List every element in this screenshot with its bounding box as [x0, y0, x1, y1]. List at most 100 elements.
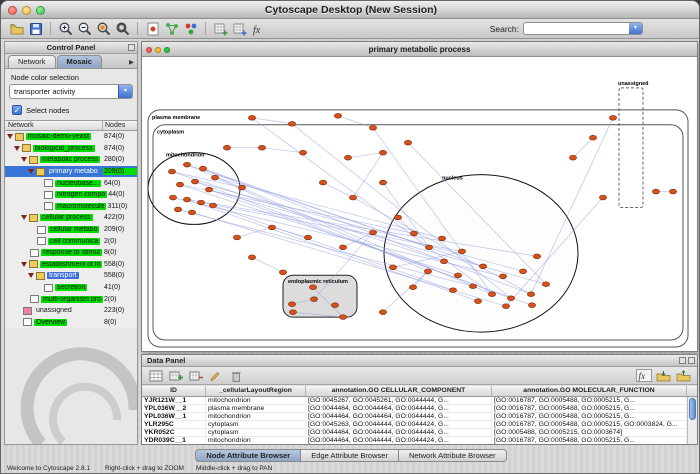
- table-row[interactable]: YPL036W__2plasma membrane[GO:0044464, GO…: [142, 405, 697, 413]
- graph-node[interactable]: [502, 304, 509, 309]
- tree-row-cellular-metabo[interactable]: cellular metabo209(0): [5, 224, 137, 236]
- graph-node[interactable]: [569, 155, 576, 160]
- network-canvas[interactable]: plasma membranecytoplasmmitochondrionnuc…: [142, 58, 697, 351]
- expander-icon[interactable]: [21, 157, 27, 162]
- search-input[interactable]: [526, 23, 626, 34]
- table-scrollbar-thumb[interactable]: [689, 398, 696, 420]
- graph-node[interactable]: [304, 235, 311, 240]
- table-row[interactable]: YJR121W__1mitochondrion[GO:0045267, GO:0…: [142, 397, 697, 405]
- vizmapper-icon[interactable]: [181, 20, 200, 37]
- zoom-in-icon[interactable]: [56, 20, 75, 37]
- graph-edge[interactable]: [262, 148, 303, 153]
- graph-node[interactable]: [197, 200, 204, 205]
- graph-node[interactable]: [599, 195, 606, 200]
- save-icon[interactable]: [26, 20, 45, 37]
- tree-row-cellular-process[interactable]: cellular process422(0): [5, 212, 137, 224]
- expander-icon[interactable]: [21, 262, 27, 267]
- tab-network[interactable]: Network: [8, 55, 56, 68]
- expander-icon[interactable]: [28, 273, 34, 278]
- open-icon[interactable]: [7, 20, 26, 37]
- graph-edge[interactable]: [348, 153, 383, 158]
- graph-node[interactable]: [211, 175, 218, 180]
- add-attribute-icon[interactable]: [211, 20, 230, 37]
- tab-edge-attribute-browser[interactable]: Edge Attribute Browser: [300, 449, 399, 462]
- table-row[interactable]: YKR052Ccytoplasm[GO:0044464, GO:0044444,…: [142, 429, 697, 437]
- network-minimize-button[interactable]: [155, 47, 161, 53]
- graph-node[interactable]: [609, 115, 616, 120]
- graph-edge[interactable]: [323, 183, 353, 198]
- tree-row-nitrogen-compo[interactable]: nitrogen compo44(0): [5, 189, 137, 201]
- column-header-id[interactable]: ID: [142, 386, 206, 396]
- graph-node[interactable]: [589, 135, 596, 140]
- column-header-region[interactable]: _cellularLayoutRegion: [206, 386, 306, 396]
- tree-row-macromolecule[interactable]: macromolecule311(0): [5, 201, 137, 213]
- graph-node[interactable]: [233, 235, 240, 240]
- search-combobox[interactable]: ▾: [523, 22, 643, 35]
- expander-icon[interactable]: [7, 134, 13, 139]
- graph-node[interactable]: [449, 288, 456, 293]
- graph-node[interactable]: [652, 189, 659, 194]
- delete-attribute-icon[interactable]: [187, 368, 204, 383]
- graph-node[interactable]: [183, 162, 190, 167]
- table-scrollbar[interactable]: [687, 397, 697, 444]
- select-nodes-checkbox[interactable]: ✓: [12, 105, 22, 115]
- graph-node[interactable]: [379, 310, 386, 315]
- expander-icon[interactable]: [14, 146, 20, 151]
- graph-node[interactable]: [288, 121, 295, 126]
- tree-row-metabolic-process[interactable]: metabolic process280(0): [5, 154, 137, 166]
- graph-edge[interactable]: [252, 257, 283, 272]
- new-attribute-icon[interactable]: [167, 368, 184, 383]
- float-panel-icon[interactable]: [679, 357, 686, 364]
- export-attributes-icon[interactable]: [675, 368, 692, 383]
- tree-row-response-to-stimul[interactable]: response to stimul8(0): [5, 247, 137, 259]
- tab-mosaic[interactable]: Mosaic: [57, 55, 102, 68]
- expander-icon[interactable]: [28, 169, 34, 174]
- annotation-icon[interactable]: [143, 20, 162, 37]
- graph-node[interactable]: [488, 292, 495, 297]
- graph-node[interactable]: [289, 310, 296, 315]
- graph-node[interactable]: [394, 215, 401, 220]
- tree-row-transport[interactable]: transport558(0): [5, 270, 137, 282]
- graph-node[interactable]: [479, 264, 486, 269]
- graph-node[interactable]: [669, 189, 676, 194]
- graph-node[interactable]: [404, 140, 411, 145]
- graph-edge[interactable]: [573, 138, 593, 158]
- table-row[interactable]: YLR295Ccytoplasm[GO:0045263, GO:0044444,…: [142, 421, 697, 429]
- table-row[interactable]: YDR039C__1mitochondrion[GO:0044464, GO:0…: [142, 437, 697, 444]
- close-panel-icon[interactable]: [688, 357, 695, 364]
- tree-row-establishment-of-lo[interactable]: establishment of lo558(0): [5, 259, 137, 271]
- table-row[interactable]: YPL036W__1mitochondrion[GO:0044464, GO:0…: [142, 413, 697, 421]
- tree-row-secretion[interactable]: secretion41(0): [5, 282, 137, 294]
- float-panel-icon[interactable]: [128, 44, 135, 51]
- graph-node[interactable]: [533, 254, 540, 259]
- tree-row-mosaic-demo-yeast[interactable]: mosaic-demo-yeast874(0): [5, 131, 137, 143]
- graph-node[interactable]: [176, 182, 183, 187]
- search-dropdown-icon[interactable]: ▾: [629, 23, 642, 34]
- column-header-molecular-function[interactable]: annotation.GO MOLECULAR_FUNCTION: [492, 386, 687, 396]
- network-zoom-button[interactable]: [164, 47, 170, 53]
- tree-row-multi-organism-pro[interactable]: multi-organism pro2(0): [5, 293, 137, 305]
- graph-node[interactable]: [188, 210, 195, 215]
- graph-node[interactable]: [183, 197, 190, 202]
- tree-row-primary-metabo[interactable]: primary metabo209(0): [5, 166, 137, 178]
- graph-node[interactable]: [331, 303, 338, 308]
- graph-node[interactable]: [339, 315, 346, 320]
- node-color-dropdown[interactable]: transporter activity ▾: [9, 84, 133, 99]
- graph-node[interactable]: [458, 249, 465, 254]
- formula-icon[interactable]: fx: [635, 368, 652, 383]
- graph-node[interactable]: [209, 203, 216, 208]
- graph-node[interactable]: [379, 180, 386, 185]
- graph-edge[interactable]: [272, 227, 308, 237]
- graph-node[interactable]: [409, 285, 416, 290]
- tree-column-network[interactable]: Network: [5, 121, 103, 130]
- graph-node[interactable]: [454, 273, 461, 278]
- graph-node[interactable]: [258, 145, 265, 150]
- dropdown-arrow-icon[interactable]: ▾: [118, 85, 132, 98]
- tree-row-nucleobase-[interactable]: nucleobase...64(0): [5, 177, 137, 189]
- graph-node[interactable]: [424, 269, 431, 274]
- graph-node[interactable]: [410, 231, 417, 236]
- tree-row-biological-process[interactable]: biological_process874(0): [5, 143, 137, 155]
- graph-node[interactable]: [199, 166, 206, 171]
- graph-node[interactable]: [279, 270, 286, 275]
- graph-node[interactable]: [174, 207, 181, 212]
